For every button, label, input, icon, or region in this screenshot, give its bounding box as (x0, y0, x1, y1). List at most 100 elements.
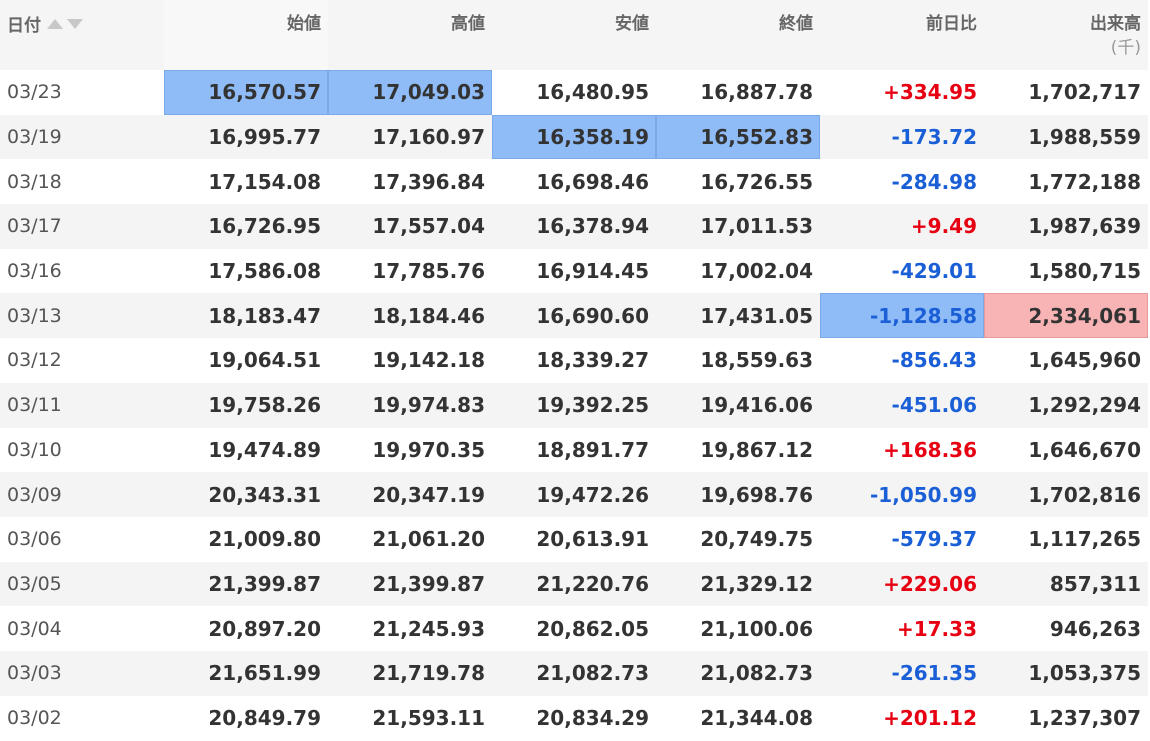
volume-cell: 1,237,307 (1028, 705, 1141, 730)
high-cell: 21,593.11 (372, 705, 485, 730)
high-cell: 17,160.97 (328, 114, 492, 160)
high-cell: 19,974.83 (328, 382, 492, 428)
stock-history-table: 日付 始値 高値 安値 終値 前日比 出来高 (千) 03/23 16,570.… (0, 0, 1148, 740)
change-cell: -284.98 (891, 169, 977, 194)
high-cell: 17,049.03 (328, 70, 492, 115)
low-cell: 16,378.94 (492, 204, 656, 249)
close-cell: 21,082.73 (656, 650, 820, 696)
high-column-header: 高値 (328, 0, 492, 70)
open-cell: 16,570.57 (164, 70, 328, 115)
change-cell: -261.35 (820, 650, 984, 696)
low-cell: 18,891.77 (536, 437, 649, 462)
volume-cell: 857,311 (984, 561, 1148, 607)
low-cell: 20,613.91 (536, 527, 649, 552)
date-cell: 03/12 (7, 349, 62, 372)
sort-descending-icon[interactable] (67, 19, 83, 29)
sort-ascending-icon[interactable] (47, 19, 63, 29)
volume-cell: 2,334,061 (984, 293, 1148, 339)
volume-column-header: 出来高 (千) (984, 0, 1148, 70)
low-cell: 21,082.73 (492, 650, 656, 696)
low-cell: 20,834.29 (536, 705, 649, 730)
table-row: 03/10 19,474.89 19,970.35 18,891.77 19,8… (0, 428, 1148, 473)
table-row: 03/13 18,183.47 18,184.46 16,690.60 17,4… (0, 293, 1148, 339)
low-cell: 16,698.46 (536, 169, 649, 194)
low-cell: 16,690.60 (492, 293, 656, 339)
close-header-label: 終値 (779, 14, 813, 34)
volume-cell: 1,702,816 (984, 472, 1148, 517)
table-row: 03/23 16,570.57 17,049.03 16,480.95 16,8… (0, 70, 1148, 115)
low-header-label: 安値 (615, 14, 649, 34)
change-cell: +168.36 (883, 437, 977, 462)
date-cell: 03/18 (7, 170, 62, 193)
volume-cell: 1,988,559 (984, 114, 1148, 160)
table-row: 03/17 16,726.95 17,557.04 16,378.94 17,0… (0, 204, 1148, 249)
table-row: 03/19 16,995.77 17,160.97 16,358.19 16,5… (0, 114, 1148, 160)
volume-cell: 1,646,670 (1028, 437, 1141, 462)
sort-control[interactable] (47, 12, 87, 36)
close-cell: 19,416.06 (656, 382, 820, 428)
date-cell: 03/02 (7, 706, 62, 729)
high-cell: 21,399.87 (328, 561, 492, 607)
open-cell: 18,183.47 (164, 293, 328, 339)
table-row: 03/02 20,849.79 21,593.11 20,834.29 21,3… (0, 696, 1148, 741)
volume-cell: 1,292,294 (984, 382, 1148, 428)
change-cell: -429.01 (891, 259, 977, 284)
volume-cell: 1,772,188 (1028, 169, 1141, 194)
table-row: 03/04 20,897.20 21,245.93 20,862.05 21,1… (0, 606, 1148, 651)
low-cell: 19,472.26 (492, 472, 656, 517)
date-cell: 03/16 (7, 260, 62, 283)
high-cell: 17,557.04 (328, 204, 492, 249)
change-cell: -173.72 (820, 114, 984, 160)
open-cell: 17,586.08 (208, 259, 321, 284)
change-cell: -451.06 (820, 382, 984, 428)
open-cell: 21,399.87 (164, 561, 328, 607)
open-cell: 19,474.89 (208, 437, 321, 462)
close-cell: 19,867.12 (700, 437, 813, 462)
close-cell: 21,100.06 (700, 616, 813, 641)
table-row: 03/06 21,009.80 21,061.20 20,613.91 20,7… (0, 517, 1148, 562)
close-cell: 17,431.05 (656, 293, 820, 339)
high-cell: 18,184.46 (328, 293, 492, 339)
date-header-label: 日付 (7, 16, 41, 36)
volume-header-label: 出来高 (1090, 14, 1141, 34)
high-cell: 21,245.93 (372, 616, 485, 641)
date-cell: 03/05 (0, 561, 164, 607)
change-cell: +334.95 (883, 80, 977, 105)
high-cell: 19,142.18 (372, 348, 485, 373)
open-cell: 19,758.26 (164, 382, 328, 428)
change-cell: -1,050.99 (820, 472, 984, 517)
volume-cell: 946,263 (1049, 616, 1141, 641)
low-cell: 16,480.95 (536, 80, 649, 105)
table-row: 03/18 17,154.08 17,396.84 16,698.46 16,7… (0, 159, 1148, 204)
open-cell: 21,651.99 (164, 650, 328, 696)
close-cell: 16,887.78 (700, 80, 813, 105)
table-row: 03/03 21,651.99 21,719.78 21,082.73 21,0… (0, 650, 1148, 696)
table-body: 03/23 16,570.57 17,049.03 16,480.95 16,8… (0, 70, 1148, 740)
volume-unit-label: (千) (1110, 38, 1141, 58)
change-cell: +17.33 (896, 616, 977, 641)
change-cell: +229.06 (820, 561, 984, 607)
table-row: 03/05 21,399.87 21,399.87 21,220.76 21,3… (0, 561, 1148, 607)
open-cell: 20,343.31 (164, 472, 328, 517)
close-column-header: 終値 (656, 0, 820, 70)
change-cell: -856.43 (891, 348, 977, 373)
date-cell: 03/19 (0, 114, 164, 160)
open-cell: 17,154.08 (208, 169, 321, 194)
high-cell: 21,061.20 (372, 527, 485, 552)
close-cell: 20,749.75 (700, 527, 813, 552)
high-header-label: 高値 (451, 14, 485, 34)
table-row: 03/11 19,758.26 19,974.83 19,392.25 19,4… (0, 382, 1148, 428)
open-cell: 16,995.77 (164, 114, 328, 160)
date-cell: 03/10 (7, 438, 62, 461)
high-cell: 19,970.35 (372, 437, 485, 462)
close-cell: 21,344.08 (700, 705, 813, 730)
table-row: 03/09 20,343.31 20,347.19 19,472.26 19,6… (0, 472, 1148, 517)
low-cell: 16,914.45 (536, 259, 649, 284)
low-cell: 20,862.05 (536, 616, 649, 641)
date-column-header[interactable]: 日付 (0, 0, 164, 70)
volume-cell: 1,645,960 (1028, 348, 1141, 373)
change-cell: +201.12 (883, 705, 977, 730)
high-cell: 21,719.78 (328, 650, 492, 696)
date-cell: 03/09 (0, 472, 164, 517)
table-header-row: 日付 始値 高値 安値 終値 前日比 出来高 (千) (0, 0, 1148, 70)
